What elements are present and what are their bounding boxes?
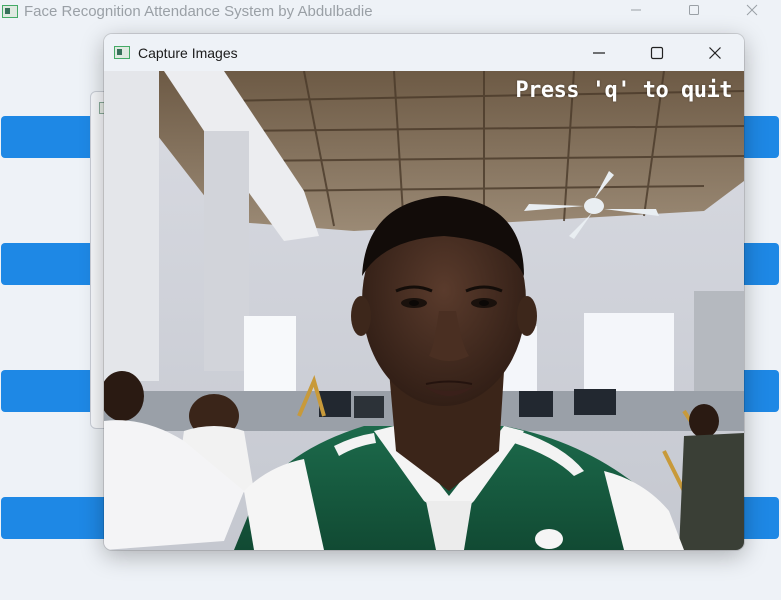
close-button[interactable] (686, 34, 744, 71)
close-icon (746, 4, 758, 16)
main-window-titlebar: Face Recognition Attendance System by Ab… (0, 0, 781, 22)
close-icon (709, 46, 721, 59)
app-icon (114, 46, 130, 59)
minimize-button[interactable] (607, 0, 665, 20)
minimize-icon (631, 9, 641, 11)
camera-image (104, 70, 744, 550)
capture-window-titlebar[interactable]: Capture Images (104, 34, 744, 71)
quit-instruction-overlay: Press 'q' to quit (515, 78, 732, 103)
camera-frame: Press 'q' to quit (104, 70, 744, 550)
main-window-controls (607, 0, 781, 20)
close-button[interactable] (723, 0, 781, 20)
app-icon (2, 4, 18, 18)
maximize-button[interactable] (665, 0, 723, 20)
maximize-icon (650, 46, 664, 59)
minimize-icon (593, 51, 605, 54)
capture-window-title: Capture Images (138, 44, 238, 61)
main-window-title: Face Recognition Attendance System by Ab… (24, 2, 373, 20)
minimize-button[interactable] (570, 34, 628, 71)
maximize-icon (689, 5, 699, 15)
capture-window-controls (570, 34, 744, 71)
maximize-button[interactable] (628, 34, 686, 71)
capture-images-window[interactable]: Capture Images Press 'q' to quit (104, 34, 744, 550)
